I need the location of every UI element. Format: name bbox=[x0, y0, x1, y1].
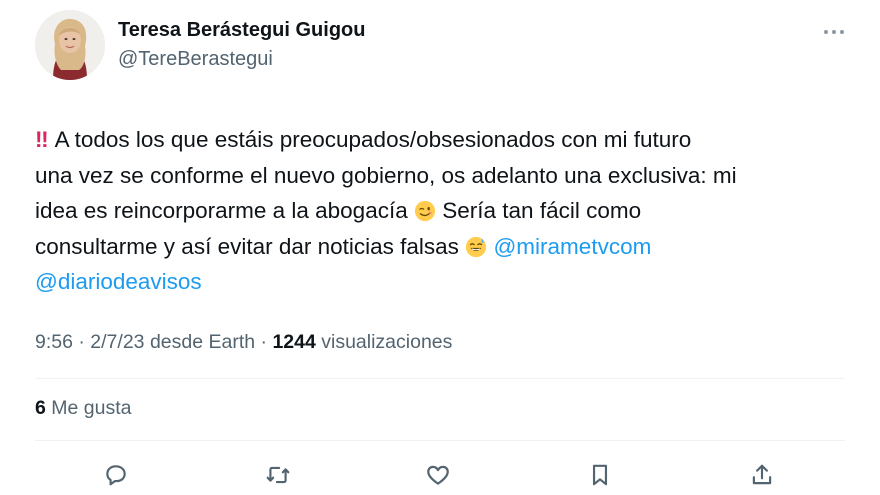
tweet-date[interactable]: 2/7/23 bbox=[90, 331, 144, 353]
separator: · bbox=[78, 331, 91, 353]
tweet-source: desde Earth bbox=[149, 331, 256, 353]
likes-label: Me gusta bbox=[51, 397, 132, 419]
reply-icon bbox=[106, 465, 126, 486]
wink-emoji bbox=[414, 200, 436, 222]
tweet-text: ‼ A todos los que estáis preocupados/obse… bbox=[35, 122, 855, 300]
display-name[interactable]: Teresa Berástegui Guigou bbox=[118, 19, 365, 42]
profile-photo-icon bbox=[35, 10, 105, 80]
sweat-smile-emoji bbox=[466, 236, 487, 257]
avatar[interactable] bbox=[35, 10, 105, 80]
likes-summary[interactable]: 6 Me gusta bbox=[35, 397, 132, 420]
divider bbox=[35, 440, 845, 441]
tweet-text-segment: idea es reincorporarme a la abogacía bbox=[35, 198, 408, 223]
tweet-line-4: consultarme y así evitar dar noticias fa… bbox=[35, 229, 855, 265]
tweet-text-segment: Sería tan fácil como bbox=[442, 198, 642, 223]
retweet-button[interactable] bbox=[262, 459, 294, 491]
bookmark-icon bbox=[592, 464, 608, 486]
tweet-card: Teresa Berástegui Guigou @TereBerastegui… bbox=[0, 0, 880, 495]
tweet-text-segment: consultarme y así evitar dar noticias fa… bbox=[35, 233, 459, 259]
mention-link[interactable]: @mirametvcom bbox=[493, 234, 651, 259]
likes-count: 6 bbox=[35, 397, 46, 419]
retweet-icon bbox=[266, 466, 290, 484]
more-icon bbox=[824, 30, 844, 34]
tweet-line-1: ‼ A todos los que estáis preocupados/obse… bbox=[35, 122, 855, 158]
bookmark-button[interactable] bbox=[584, 459, 616, 491]
divider bbox=[35, 378, 845, 379]
user-handle[interactable]: @TereBerastegui bbox=[118, 48, 273, 71]
action-bar bbox=[0, 455, 880, 495]
tweet-metadata: 9:56 · 2/7/23 desde Earth · 1244 visuali… bbox=[35, 331, 452, 354]
views-count: 1244 bbox=[272, 331, 316, 353]
reply-button[interactable] bbox=[100, 459, 132, 491]
share-icon bbox=[752, 464, 772, 485]
tweet-line-3: idea es reincorporarme a la abogacía Ser… bbox=[35, 193, 855, 229]
like-button[interactable] bbox=[422, 459, 454, 491]
like-icon bbox=[427, 465, 449, 485]
tweet-line-2: una vez se conforme el nuevo gobierno, o… bbox=[35, 162, 737, 188]
more-options-button[interactable] bbox=[820, 20, 848, 44]
separator: · bbox=[260, 331, 273, 353]
mention-link[interactable]: @diariodeavisos bbox=[35, 269, 202, 294]
tweet-line-5: @diariodeavisos bbox=[35, 264, 855, 300]
share-button[interactable] bbox=[746, 459, 778, 491]
double-exclamation-emoji: ‼ bbox=[35, 127, 49, 152]
tweet-time[interactable]: 9:56 bbox=[35, 331, 73, 353]
tweet-text-segment: A todos los que estáis preocupados/obses… bbox=[54, 127, 692, 152]
views-label: visualizaciones bbox=[321, 331, 453, 353]
